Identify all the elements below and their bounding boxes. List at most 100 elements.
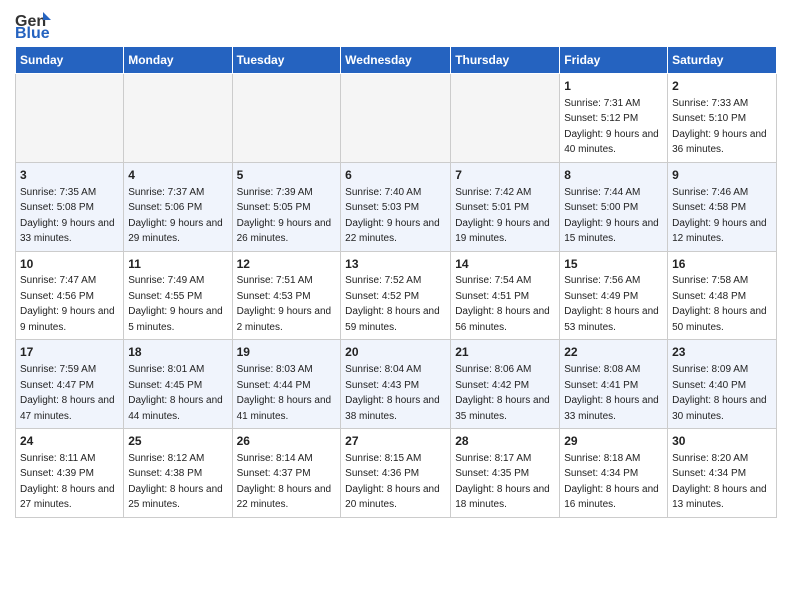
day-number: 13 xyxy=(345,256,446,273)
calendar-cell xyxy=(451,74,560,163)
calendar-cell xyxy=(232,74,341,163)
day-info: Sunrise: 8:20 AM Sunset: 4:34 PM Dayligh… xyxy=(672,453,767,511)
day-number: 22 xyxy=(564,344,663,361)
day-info: Sunrise: 7:56 AM Sunset: 4:49 PM Dayligh… xyxy=(564,275,659,333)
day-number: 19 xyxy=(237,344,337,361)
calendar-cell: 23 Sunrise: 8:09 AM Sunset: 4:40 PM Dayli… xyxy=(668,340,777,429)
day-info: Sunrise: 8:12 AM Sunset: 4:38 PM Dayligh… xyxy=(128,453,223,511)
calendar-cell: 22Sunrise: 8:08 AM Sunset: 4:41 PM Dayli… xyxy=(560,340,668,429)
day-info: Sunrise: 7:54 AM Sunset: 4:51 PM Dayligh… xyxy=(455,275,550,333)
day-info: Sunrise: 7:37 AM Sunset: 5:06 PM Dayligh… xyxy=(128,187,223,245)
calendar-cell: 12Sunrise: 7:51 AM Sunset: 4:53 PM Dayli… xyxy=(232,251,341,340)
calendar-cell xyxy=(341,74,451,163)
day-number: 15 xyxy=(564,256,663,273)
day-number: 14 xyxy=(455,256,555,273)
day-number: 11 xyxy=(128,256,227,273)
day-info: Sunrise: 7:44 AM Sunset: 5:00 PM Dayligh… xyxy=(564,187,659,245)
calendar-week-row: 3 Sunrise: 7:35 AM Sunset: 5:08 PM Daylig… xyxy=(16,162,777,251)
day-number: 2 xyxy=(672,78,772,95)
weekday-header: Monday xyxy=(124,47,232,74)
calendar-cell: 20 Sunrise: 8:04 AM Sunset: 4:43 PM Dayli… xyxy=(341,340,451,429)
day-info: Sunrise: 8:15 AM Sunset: 4:36 PM Dayligh… xyxy=(345,453,440,511)
day-info: Sunrise: 7:47 AM Sunset: 4:56 PM Dayligh… xyxy=(20,275,115,333)
calendar-week-row: 10Sunrise: 7:47 AM Sunset: 4:56 PM Dayli… xyxy=(16,251,777,340)
day-info: Sunrise: 7:39 AM Sunset: 5:05 PM Dayligh… xyxy=(237,187,332,245)
calendar-cell: 27 Sunrise: 8:15 AM Sunset: 4:36 PM Dayli… xyxy=(341,429,451,518)
day-number: 6 xyxy=(345,167,446,184)
day-number: 3 xyxy=(20,167,119,184)
calendar-cell: 30 Sunrise: 8:20 AM Sunset: 4:34 PM Dayli… xyxy=(668,429,777,518)
calendar-header-row: SundayMondayTuesdayWednesdayThursdayFrid… xyxy=(16,47,777,74)
day-info: Sunrise: 7:40 AM Sunset: 5:03 PM Dayligh… xyxy=(345,187,440,245)
day-number: 20 xyxy=(345,344,446,361)
calendar-cell: 5Sunrise: 7:39 AM Sunset: 5:05 PM Daylig… xyxy=(232,162,341,251)
svg-text:Blue: Blue xyxy=(15,25,50,40)
day-info: Sunrise: 7:33 AM Sunset: 5:10 PM Dayligh… xyxy=(672,98,767,156)
day-info: Sunrise: 8:04 AM Sunset: 4:43 PM Dayligh… xyxy=(345,364,440,422)
calendar-cell: 16Sunrise: 7:58 AM Sunset: 4:48 PM Dayli… xyxy=(668,251,777,340)
calendar-cell: 21 Sunrise: 8:06 AM Sunset: 4:42 PM Dayli… xyxy=(451,340,560,429)
calendar-cell: 25Sunrise: 8:12 AM Sunset: 4:38 PM Dayli… xyxy=(124,429,232,518)
page: Gen Blue SundayMondayTuesdayWednesdayThu… xyxy=(0,0,792,528)
day-number: 16 xyxy=(672,256,772,273)
day-number: 21 xyxy=(455,344,555,361)
day-number: 24 xyxy=(20,433,119,450)
day-number: 28 xyxy=(455,433,555,450)
calendar-cell: 15 Sunrise: 7:56 AM Sunset: 4:49 PM Dayli… xyxy=(560,251,668,340)
calendar-cell: 6 Sunrise: 7:40 AM Sunset: 5:03 PM Daylig… xyxy=(341,162,451,251)
day-info: Sunrise: 7:35 AM Sunset: 5:08 PM Dayligh… xyxy=(20,187,115,245)
calendar-cell: 11 Sunrise: 7:49 AM Sunset: 4:55 PM Dayli… xyxy=(124,251,232,340)
day-number: 26 xyxy=(237,433,337,450)
day-number: 8 xyxy=(564,167,663,184)
calendar-week-row: 24Sunrise: 8:11 AM Sunset: 4:39 PM Dayli… xyxy=(16,429,777,518)
calendar-cell: 14 Sunrise: 7:54 AM Sunset: 4:51 PM Dayli… xyxy=(451,251,560,340)
weekday-header: Friday xyxy=(560,47,668,74)
logo: Gen Blue xyxy=(15,10,51,40)
weekday-header: Saturday xyxy=(668,47,777,74)
calendar-cell: 29 Sunrise: 8:18 AM Sunset: 4:34 PM Dayli… xyxy=(560,429,668,518)
day-number: 7 xyxy=(455,167,555,184)
day-number: 12 xyxy=(237,256,337,273)
calendar-cell xyxy=(124,74,232,163)
calendar-cell: 3 Sunrise: 7:35 AM Sunset: 5:08 PM Daylig… xyxy=(16,162,124,251)
weekday-header: Sunday xyxy=(16,47,124,74)
day-info: Sunrise: 8:09 AM Sunset: 4:40 PM Dayligh… xyxy=(672,364,767,422)
day-info: Sunrise: 8:17 AM Sunset: 4:35 PM Dayligh… xyxy=(455,453,550,511)
weekday-header: Tuesday xyxy=(232,47,341,74)
day-number: 18 xyxy=(128,344,227,361)
day-number: 4 xyxy=(128,167,227,184)
day-info: Sunrise: 8:14 AM Sunset: 4:37 PM Dayligh… xyxy=(237,453,332,511)
calendar-cell: 13 Sunrise: 7:52 AM Sunset: 4:52 PM Dayli… xyxy=(341,251,451,340)
day-number: 17 xyxy=(20,344,119,361)
day-number: 1 xyxy=(564,78,663,95)
day-info: Sunrise: 7:31 AM Sunset: 5:12 PM Dayligh… xyxy=(564,98,659,156)
calendar-week-row: 1 Sunrise: 7:31 AM Sunset: 5:12 PM Daylig… xyxy=(16,74,777,163)
day-number: 27 xyxy=(345,433,446,450)
calendar-cell: 17 Sunrise: 7:59 AM Sunset: 4:47 PM Dayli… xyxy=(16,340,124,429)
day-info: Sunrise: 7:46 AM Sunset: 4:58 PM Dayligh… xyxy=(672,187,767,245)
calendar-cell: 4 Sunrise: 7:37 AM Sunset: 5:06 PM Daylig… xyxy=(124,162,232,251)
calendar-cell: 2 Sunrise: 7:33 AM Sunset: 5:10 PM Daylig… xyxy=(668,74,777,163)
day-info: Sunrise: 8:03 AM Sunset: 4:44 PM Dayligh… xyxy=(237,364,332,422)
day-info: Sunrise: 7:52 AM Sunset: 4:52 PM Dayligh… xyxy=(345,275,440,333)
calendar-cell: 19 Sunrise: 8:03 AM Sunset: 4:44 PM Dayli… xyxy=(232,340,341,429)
day-number: 30 xyxy=(672,433,772,450)
logo-icon: Gen Blue xyxy=(15,10,51,40)
calendar-cell xyxy=(16,74,124,163)
day-number: 23 xyxy=(672,344,772,361)
calendar-cell: 9 Sunrise: 7:46 AM Sunset: 4:58 PM Daylig… xyxy=(668,162,777,251)
weekday-header: Thursday xyxy=(451,47,560,74)
calendar-cell: 26 Sunrise: 8:14 AM Sunset: 4:37 PM Dayli… xyxy=(232,429,341,518)
day-info: Sunrise: 7:59 AM Sunset: 4:47 PM Dayligh… xyxy=(20,364,115,422)
weekday-header: Wednesday xyxy=(341,47,451,74)
calendar-cell: 7Sunrise: 7:42 AM Sunset: 5:01 PM Daylig… xyxy=(451,162,560,251)
day-info: Sunrise: 7:49 AM Sunset: 4:55 PM Dayligh… xyxy=(128,275,223,333)
day-info: Sunrise: 8:06 AM Sunset: 4:42 PM Dayligh… xyxy=(455,364,550,422)
day-number: 29 xyxy=(564,433,663,450)
calendar-cell: 10Sunrise: 7:47 AM Sunset: 4:56 PM Dayli… xyxy=(16,251,124,340)
calendar-table: SundayMondayTuesdayWednesdayThursdayFrid… xyxy=(15,46,777,518)
day-number: 9 xyxy=(672,167,772,184)
header: Gen Blue xyxy=(15,10,777,40)
day-info: Sunrise: 8:01 AM Sunset: 4:45 PM Dayligh… xyxy=(128,364,223,422)
day-info: Sunrise: 8:18 AM Sunset: 4:34 PM Dayligh… xyxy=(564,453,659,511)
